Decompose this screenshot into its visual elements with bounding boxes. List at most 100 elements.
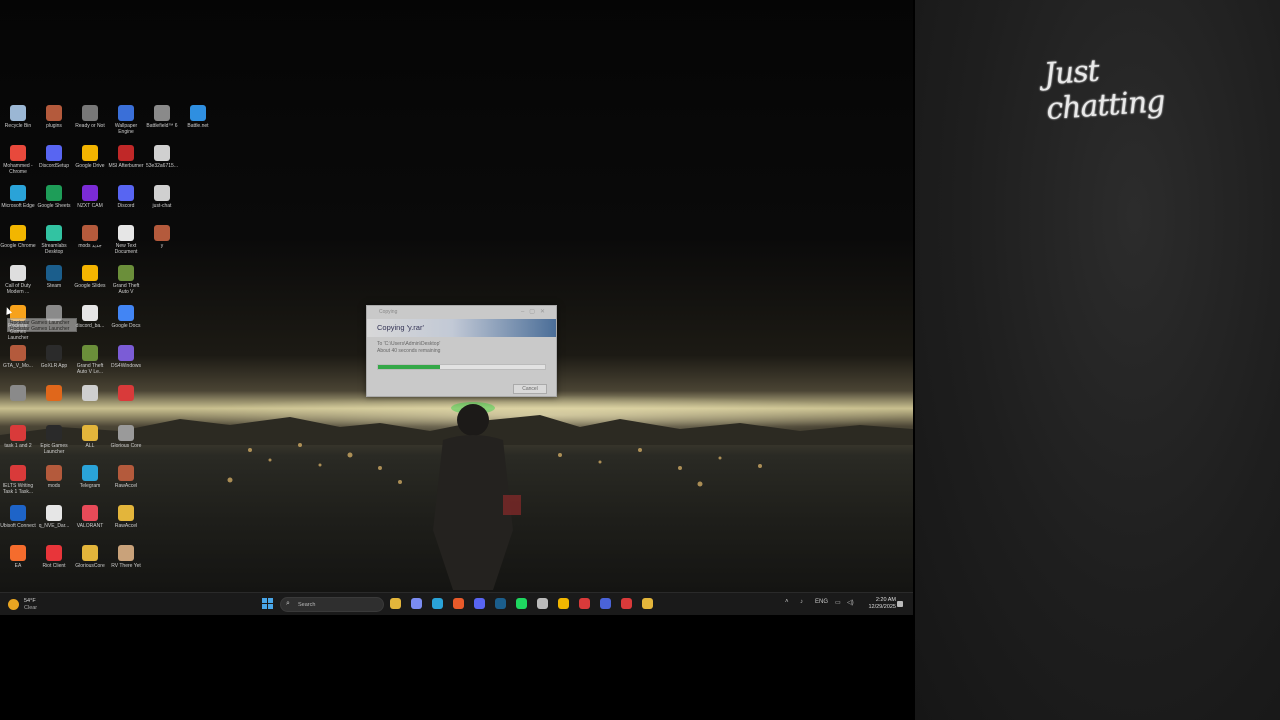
desktop-icon[interactable]: Telegram [72,465,108,505]
desktop-icon[interactable]: GTA_V_Mo... [0,345,36,385]
spotify-icon[interactable] [516,598,527,609]
desktop-icon[interactable]: ALL [72,425,108,465]
media-icon[interactable] [621,598,632,609]
brave-icon[interactable] [453,598,464,609]
desktop-icon[interactable]: DiscordSetup [36,145,72,185]
desktop-icon-label: Grand Theft Auto V Le... [76,363,104,375]
chevron-up-icon[interactable]: ˄ [785,599,789,605]
desktop-icon[interactable] [36,385,72,425]
desktop-icon[interactable]: Microsoft Edge [0,185,36,225]
copy-progress-fill [378,365,440,369]
desktop-icon[interactable]: RawAccel [108,505,144,545]
window-controls[interactable]: –▢✕ [521,308,550,315]
start-button[interactable] [262,598,273,609]
desktop-icon[interactable]: MSI Afterburner [108,145,144,185]
app-icon [46,185,62,201]
desktop-icon[interactable]: Google Slides [72,265,108,305]
desktop-icon-label: Riot Client [42,563,66,569]
app-icon [154,105,170,121]
desktop-icon-label: Grand Theft Auto V [112,283,140,295]
desktop-icon[interactable] [72,385,108,425]
character-figure [433,402,521,590]
desktop-icon[interactable]: discord_ba... [72,305,108,345]
desktop-icon[interactable]: Ready or Not [72,105,108,145]
discord-ptb-icon[interactable] [600,598,611,609]
desktop-icon[interactable]: Discord [108,185,144,225]
app-icon [118,225,134,241]
desktop-icon[interactable]: Wallpaper Engine [108,105,144,145]
overlay-title: Just chatting [1042,53,1166,128]
clock-date[interactable]: 12/29/2025 [860,604,896,610]
desktop-icon[interactable]: IELTS Writing Task 1 Task... [0,465,36,505]
desktop-icon[interactable]: Google Chrome [0,225,36,265]
edge-icon[interactable] [432,598,443,609]
desktop-icon[interactable]: 53e32a6715... [144,145,180,185]
desktop-icon-label: mods جديد [78,243,102,249]
app-icon [10,425,26,441]
desktop-icon[interactable]: Grand Theft Auto V [108,265,144,305]
desktop-icon[interactable]: EA [0,545,36,585]
desktop-icon-label: just-chat [152,203,172,209]
dialog-body: To 'C:\Users\Admin\Desktop' About 40 sec… [367,337,556,359]
app-icon [82,225,98,241]
microphone-icon[interactable]: ♪ [800,599,803,605]
app-icon [118,105,134,121]
volume-icon[interactable]: ◁) [847,599,854,606]
desktop-icon[interactable]: q_NVE_Dar... [36,505,72,545]
desktop-icon[interactable]: GoXLR App [36,345,72,385]
app-icon [10,465,26,481]
desktop-icon[interactable]: DS4Windows [108,345,144,385]
desktop-icon[interactable]: Battlefield™ 6 [144,105,180,145]
desktop-icon[interactable]: mods جديد [72,225,108,265]
desktop-icon[interactable] [0,385,36,425]
desktop-icon-label: VALORANT [76,523,104,529]
desktop-icon[interactable]: RV There Yet [108,545,144,585]
recorder-icon[interactable] [579,598,590,609]
copilot-icon[interactable] [411,598,422,609]
folder-icon[interactable] [642,598,653,609]
app-icon [46,465,62,481]
steam-icon[interactable] [495,598,506,609]
app-icon [82,145,98,161]
desktop-icon[interactable]: y [144,225,180,265]
desktop-icon-label: Ubisoft Connect [0,523,36,529]
chrome-icon[interactable] [558,598,569,609]
desktop-icon[interactable]: Mohammed - Chrome [0,145,36,185]
desktop-icon[interactable]: Grand Theft Auto V Le... [72,345,108,385]
desktop-icon[interactable]: Epic Games Launcher [36,425,72,465]
desktop-icon[interactable]: Google Docs [108,305,144,345]
desktop-icon[interactable]: mods [36,465,72,505]
desktop-icon[interactable]: Ubisoft Connect [0,505,36,545]
desktop-icon[interactable]: New Text Document [108,225,144,265]
desktop-icon[interactable]: Google Sheets [36,185,72,225]
desktop-icon[interactable]: Streamlabs Desktop [36,225,72,265]
desktop-icon[interactable]: Steam [36,265,72,305]
desktop-icon[interactable]: Glorious Core [108,425,144,465]
desktop-icon[interactable]: Recycle Bin [0,105,36,145]
desktop-icon[interactable]: Google Drive [72,145,108,185]
desktop-icon-label: Battle.net [187,123,209,129]
cancel-button[interactable]: Cancel [513,384,547,394]
desktop-icon[interactable]: Call of Duty Modern ... [0,265,36,305]
github-icon[interactable] [537,598,548,609]
app-icon [118,345,134,361]
notification-icon[interactable] [897,601,903,607]
discord-icon[interactable] [474,598,485,609]
taskbar-search[interactable]: ⌕ Search [280,597,384,612]
network-icon[interactable]: ▭ [835,599,841,606]
clock-time[interactable]: 2:20 AM [868,597,896,603]
desktop-icon[interactable]: NZXT CAM [72,185,108,225]
desktop-icon[interactable]: just-chat [144,185,180,225]
desktop-icon[interactable]: plugins [36,105,72,145]
language-indicator[interactable]: ENG [815,599,828,605]
desktop-icon[interactable] [108,385,144,425]
desktop-icon[interactable]: task 1 and 2 [0,425,36,465]
desktop-icon[interactable]: RawAccel [108,465,144,505]
desktop-icon[interactable]: Riot Client [36,545,72,585]
desktop-icon[interactable]: Battle.net [180,105,216,145]
app-icon [46,505,62,521]
file-explorer-icon[interactable] [390,598,401,609]
desktop-icon-label: 53e32a6715... [146,163,178,169]
desktop-icon[interactable]: VALORANT [72,505,108,545]
desktop-icon[interactable]: GloriousCore [72,545,108,585]
